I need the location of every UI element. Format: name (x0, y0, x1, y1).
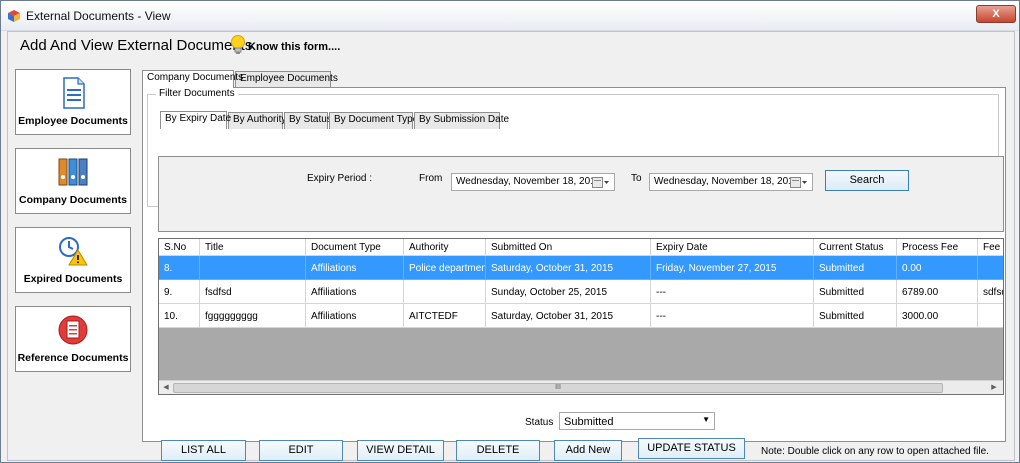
cell-current-status: Submitted (814, 280, 897, 304)
search-button[interactable]: Search (825, 170, 909, 191)
cell-submitted-on: Saturday, October 31, 2015 (486, 256, 651, 280)
delete-button[interactable]: DELETE (456, 440, 540, 461)
window-title: External Documents - View (26, 9, 171, 23)
cell-title: fggggggggg (200, 304, 306, 328)
table-row[interactable]: 10. fggggggggg Affiliations AITCTEDF Sat… (159, 304, 1003, 328)
cell-sno: 10. (159, 304, 200, 328)
calendar-dropdown-icon (790, 177, 807, 188)
sidebar-item-label: Employee Documents (18, 115, 128, 127)
scrollbar-thumb[interactable]: III (173, 383, 943, 393)
sidebar-item-label: Reference Documents (17, 352, 129, 364)
calendar-dropdown-icon (592, 177, 609, 188)
cell-process-fee: 0.00 (897, 256, 978, 280)
documents-grid[interactable]: S.No Title Document Type Authority Submi… (158, 238, 1004, 395)
cell-fee (978, 256, 1003, 280)
tab-company-documents[interactable]: Company Documents (142, 70, 243, 88)
from-label: From (419, 173, 443, 184)
cell-submitted-on: Saturday, October 31, 2015 (486, 304, 651, 328)
clock-warning-icon (59, 237, 88, 266)
cell-expiry-date: --- (651, 304, 814, 328)
horizontal-scrollbar[interactable]: ◀ III ▶ (159, 380, 1003, 394)
cell-document-type: Affiliations (306, 256, 404, 280)
column-header-title[interactable]: Title (200, 239, 306, 256)
list-all-button[interactable]: LIST ALL (161, 440, 246, 461)
company-documents-panel: Filter Documents By Expiry Date By Autho… (142, 87, 1006, 461)
cell-process-fee: 3000.00 (897, 304, 978, 328)
page-title: Add And View External Documents (20, 37, 253, 54)
cell-submitted-on: Sunday, October 25, 2015 (486, 280, 651, 304)
scroll-right-icon[interactable]: ▶ (989, 383, 999, 393)
status-selected-value: Submitted (564, 416, 614, 428)
sidebar-item-expired-documents[interactable]: Expired Documents (15, 227, 131, 293)
title-bar[interactable]: External Documents - View X (1, 1, 1019, 31)
column-header-sno[interactable]: S.No (159, 239, 200, 256)
scroll-left-icon[interactable]: ◀ (161, 383, 171, 393)
binders-icon (58, 158, 88, 186)
cell-title: fsdfsd (200, 280, 306, 304)
column-header-submitted-on[interactable]: Submitted On (486, 239, 651, 256)
chevron-down-icon: ▼ (702, 415, 710, 424)
cell-process-fee: 6789.00 (897, 280, 978, 304)
cell-document-type: Affiliations (306, 304, 404, 328)
cell-current-status: Submitted (814, 256, 897, 280)
expiry-period-label: Expiry Period : (307, 173, 373, 184)
from-date-picker[interactable]: Wednesday, November 18, 2015 (451, 173, 615, 191)
column-header-fee[interactable]: Fee (978, 239, 1003, 256)
cell-fee (978, 304, 1003, 328)
edit-button[interactable]: EDIT (259, 440, 343, 461)
update-status-button[interactable]: UPDATE STATUS (638, 438, 745, 459)
tab-employee-documents[interactable]: Employee Documents (235, 71, 338, 88)
sidebar-item-employee-documents[interactable]: Employee Documents (15, 69, 131, 135)
cell-sno: 8. (159, 256, 200, 280)
sidebar-item-company-documents[interactable]: Company Documents (15, 148, 131, 214)
column-header-document-type[interactable]: Document Type (306, 239, 404, 256)
cell-current-status: Submitted (814, 304, 897, 328)
view-detail-button[interactable]: VIEW DETAIL (357, 440, 444, 461)
tab-by-document-type[interactable]: By Document Type (329, 112, 418, 129)
form-client-area: Add And View External Documents Know thi… (7, 31, 1015, 461)
column-header-process-fee[interactable]: Process Fee (897, 239, 978, 256)
tab-by-authority[interactable]: By Authority (228, 112, 286, 129)
column-header-authority[interactable]: Authority (404, 239, 486, 256)
cell-authority: Police department (404, 256, 486, 280)
document-icon (63, 77, 85, 109)
tab-by-submission-date[interactable]: By Submission Date (414, 112, 509, 129)
sidebar-item-label: Expired Documents (23, 273, 123, 285)
red-document-icon (58, 315, 88, 345)
expiry-date-filter-panel: Expiry Period : From Wednesday, November… (158, 156, 1004, 232)
filter-group-title: Filter Documents (156, 88, 238, 99)
tab-by-expiry-date[interactable]: By Expiry Date (160, 111, 231, 129)
cell-authority: AITCTEDF (404, 304, 486, 328)
to-label: To (631, 173, 642, 184)
to-date-picker[interactable]: Wednesday, November 18, 2015 (649, 173, 813, 191)
tab-by-status[interactable]: By Status (284, 112, 332, 129)
know-this-form-link[interactable]: Know this form.... (248, 41, 340, 53)
cell-title (200, 256, 306, 280)
table-row[interactable]: 9. fsdfsd Affiliations Sunday, October 2… (159, 280, 1003, 304)
double-click-note: Note: Double click on any row to open at… (761, 446, 989, 457)
cell-authority (404, 280, 486, 304)
cell-sno: 9. (159, 280, 200, 304)
to-date-value: Wednesday, November 18, 2015 (654, 176, 800, 187)
cell-fee: sdfsdf (978, 280, 1003, 304)
status-label: Status (525, 417, 554, 428)
close-button[interactable]: X (976, 5, 1016, 23)
add-new-button[interactable]: Add New (554, 440, 622, 461)
cell-expiry-date: Friday, November 27, 2015 (651, 256, 814, 280)
sidebar-item-label: Company Documents (19, 194, 127, 206)
column-header-expiry-date[interactable]: Expiry Date (651, 239, 814, 256)
sidebar-item-reference-documents[interactable]: Reference Documents (15, 306, 131, 372)
lightbulb-icon (231, 35, 245, 54)
app-window: External Documents - View X Add And View… (0, 0, 1020, 463)
table-row[interactable]: 8. Affiliations Police department Saturd… (159, 256, 1003, 280)
column-header-current-status[interactable]: Current Status (814, 239, 897, 256)
app-cube-icon (8, 10, 20, 22)
from-date-value: Wednesday, November 18, 2015 (456, 176, 602, 187)
cell-expiry-date: --- (651, 280, 814, 304)
grid-header-row: S.No Title Document Type Authority Submi… (159, 239, 1003, 256)
cell-document-type: Affiliations (306, 280, 404, 304)
status-dropdown[interactable]: Submitted ▼ (559, 412, 715, 430)
